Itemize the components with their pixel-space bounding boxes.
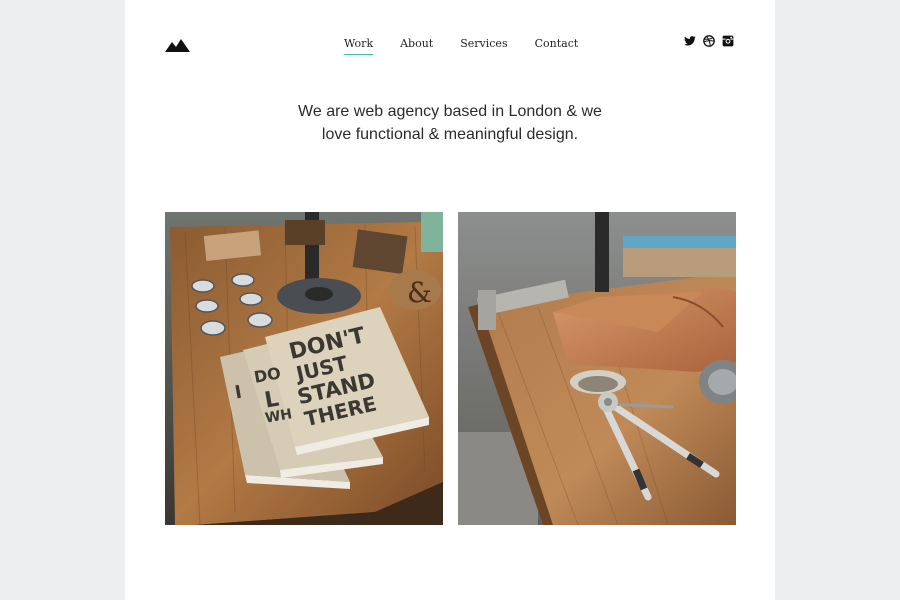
portfolio-item-notebooks[interactable]: & DON'T JUST STAND THERE I DO L WH xyxy=(165,212,443,525)
logo-mountains-icon[interactable] xyxy=(165,36,190,52)
main-nav: Work About Services Contact xyxy=(344,37,605,55)
hero-line-1: We are web agency based in London & we xyxy=(298,103,602,120)
social-links xyxy=(677,35,734,47)
nav-contact[interactable]: Contact xyxy=(535,37,579,55)
nav-work[interactable]: Work xyxy=(344,37,374,55)
twitter-icon[interactable] xyxy=(684,35,696,47)
hero-tagline: We are web agency based in London & we l… xyxy=(125,100,775,146)
page-container: Work About Services Contact We are web a… xyxy=(125,0,775,600)
compass-photo xyxy=(458,212,736,525)
hero-line-2: love functional & meaningful design. xyxy=(321,126,579,143)
instagram-icon[interactable] xyxy=(722,35,734,47)
nav-services[interactable]: Services xyxy=(460,37,507,55)
portfolio-item-compass[interactable] xyxy=(458,212,736,525)
nav-about[interactable]: About xyxy=(400,37,433,55)
notebooks-photo: & DON'T JUST STAND THERE I DO L WH xyxy=(165,212,443,525)
svg-text:&: & xyxy=(407,276,432,309)
dribbble-icon[interactable] xyxy=(703,35,715,47)
